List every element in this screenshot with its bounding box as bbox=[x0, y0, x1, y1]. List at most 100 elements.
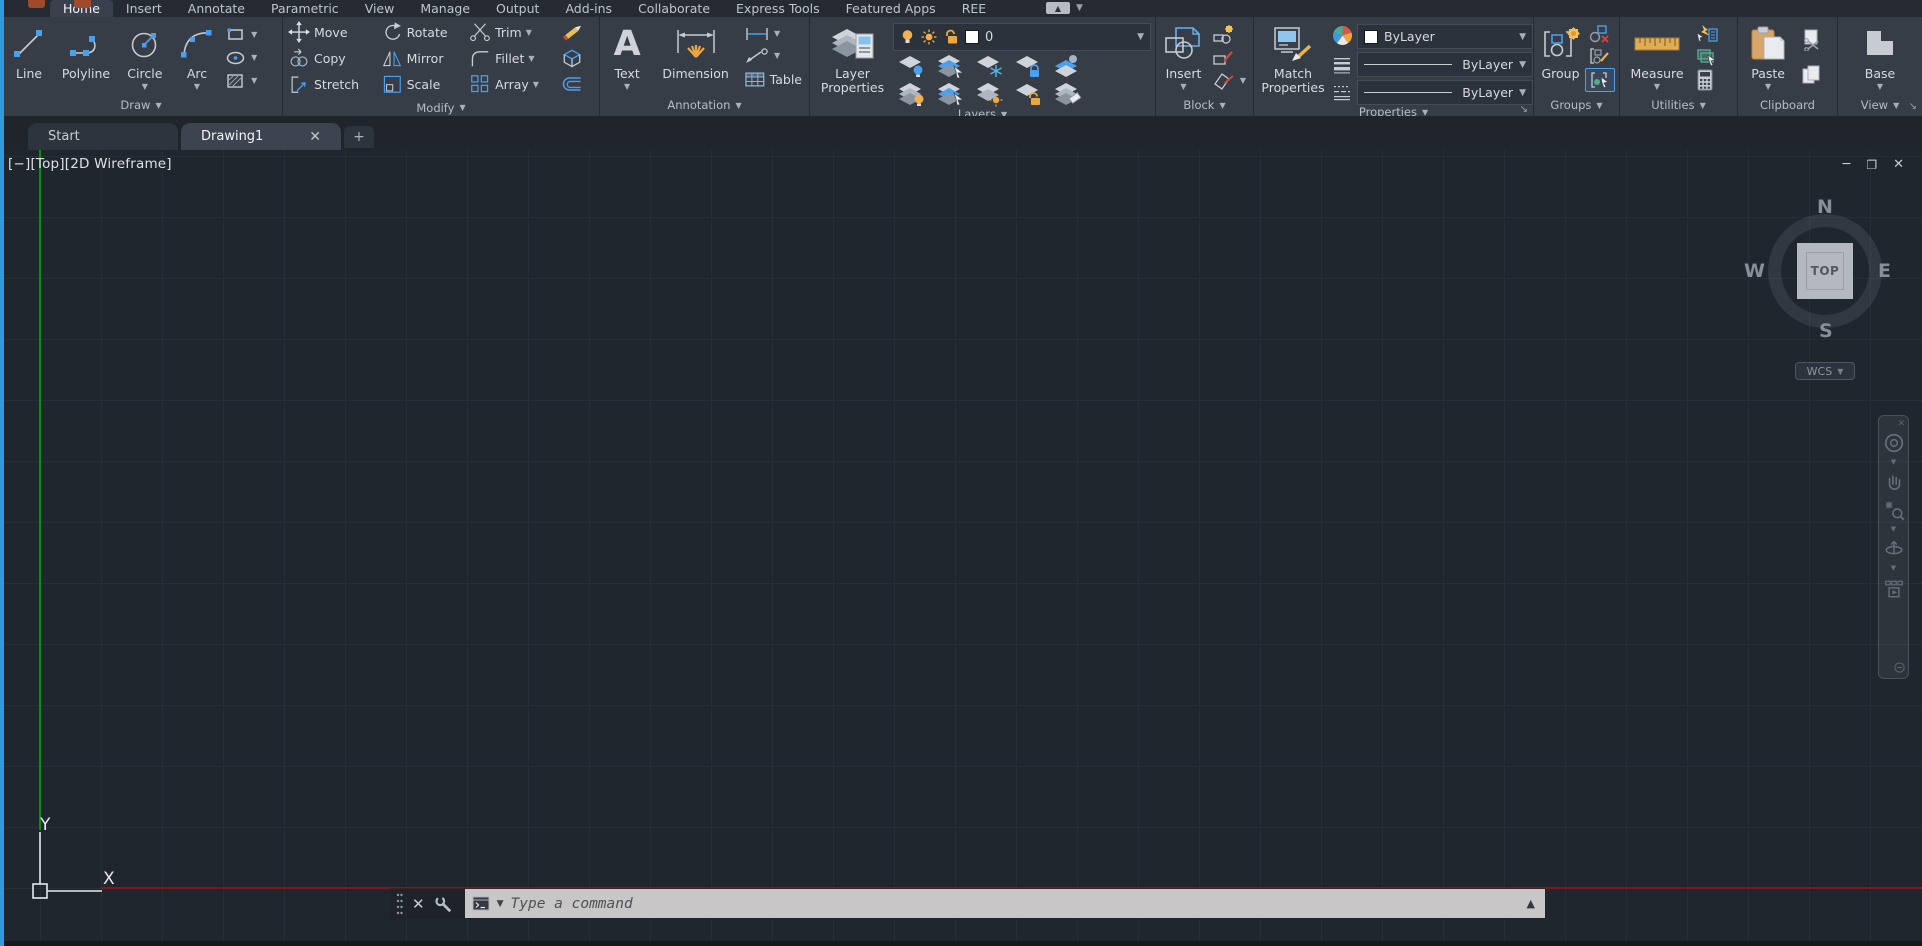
panel-label-draw[interactable]: Draw ▼ bbox=[0, 94, 282, 116]
layer-match-icon[interactable] bbox=[1053, 81, 1083, 107]
tab-ree[interactable]: REE bbox=[949, 0, 999, 17]
linetype-dropdown[interactable]: ByLayer ▼ bbox=[1357, 80, 1533, 105]
properties-dialog-launcher-icon[interactable]: ↘ bbox=[1520, 104, 1528, 115]
tab-express-tools[interactable]: Express Tools bbox=[723, 0, 833, 17]
showmotion-button[interactable] bbox=[1883, 575, 1905, 603]
stretch-button[interactable]: Stretch bbox=[285, 72, 370, 96]
viewcube-south[interactable]: S bbox=[1819, 320, 1833, 342]
panel-label-groups[interactable]: Groups ▼ bbox=[1534, 94, 1619, 116]
scale-button[interactable]: Scale bbox=[378, 72, 458, 96]
cut-button[interactable] bbox=[1796, 28, 1833, 52]
navigation-wheel-button[interactable] bbox=[1883, 429, 1905, 457]
layer-freeze-icon[interactable] bbox=[975, 53, 1005, 79]
viewcube-west[interactable]: W bbox=[1744, 260, 1765, 282]
viewcube-east[interactable]: E bbox=[1878, 260, 1891, 282]
viewcube-face-top[interactable]: TOP bbox=[1797, 243, 1853, 299]
lineweight-dropdown[interactable]: ByLayer ▼ bbox=[1357, 52, 1533, 77]
minimize-icon[interactable]: ─ bbox=[1843, 158, 1851, 171]
rotate-button[interactable]: Rotate bbox=[378, 20, 458, 44]
array-button[interactable]: Array ▼ bbox=[466, 72, 549, 96]
group-selection-toggle[interactable] bbox=[1585, 68, 1615, 92]
object-color-dropdown[interactable]: ByLayer ▼ bbox=[1357, 24, 1533, 49]
file-tab-start[interactable]: Start bbox=[28, 123, 178, 150]
tab-output[interactable]: Output bbox=[483, 0, 552, 17]
command-input[interactable]: ▼ Type a command ▲ bbox=[465, 889, 1545, 918]
view-dialog-launcher-icon[interactable]: ↘ bbox=[1909, 101, 1917, 112]
group-button[interactable]: Group bbox=[1538, 21, 1583, 94]
base-button[interactable]: Base ▼ bbox=[1853, 21, 1907, 94]
table-button[interactable]: Table bbox=[741, 70, 805, 89]
layer-dropdown[interactable]: 0 ▼ bbox=[893, 23, 1151, 51]
copy-clip-button[interactable] bbox=[1796, 63, 1833, 87]
rectangle-button[interactable]: ▼ bbox=[222, 24, 278, 46]
command-recent-caret-icon[interactable]: ▼ bbox=[497, 899, 504, 909]
layer-isolate-icon[interactable] bbox=[936, 53, 966, 79]
edit-attributes-button[interactable] bbox=[1209, 47, 1249, 68]
dimension-button[interactable]: Dimension bbox=[652, 21, 739, 94]
match-properties-button[interactable]: Match Properties bbox=[1258, 21, 1328, 105]
quick-access-icon[interactable] bbox=[28, 0, 45, 8]
restore-icon[interactable]: ❐ bbox=[1866, 159, 1877, 171]
paste-button[interactable]: Paste ▼ bbox=[1742, 21, 1794, 94]
linetype-icon[interactable] bbox=[1332, 84, 1352, 101]
layer-thaw-icon[interactable] bbox=[975, 81, 1005, 107]
pan-button[interactable] bbox=[1883, 468, 1905, 496]
navbar-close-icon[interactable]: ✕ bbox=[1897, 420, 1905, 429]
move-button[interactable]: Move bbox=[285, 20, 370, 44]
drawing-canvas[interactable]: [−][Top][2D Wireframe] ─ ❐ ✕ N W E S TOP… bbox=[0, 150, 1922, 946]
mirror-button[interactable]: Mirror bbox=[378, 46, 458, 70]
command-expand-icon[interactable]: ▲ bbox=[1527, 897, 1535, 910]
layer-lock-icon[interactable] bbox=[1014, 53, 1044, 79]
panel-label-utilities[interactable]: Utilities ▼ bbox=[1620, 94, 1737, 116]
new-drawing-button[interactable]: + bbox=[344, 126, 374, 148]
zoom-caret-icon[interactable]: ▼ bbox=[1891, 524, 1896, 535]
offset-button[interactable] bbox=[557, 72, 597, 96]
color-wheel-icon[interactable] bbox=[1332, 25, 1353, 46]
tab-manage[interactable]: Manage bbox=[407, 0, 483, 17]
lineweight-icon[interactable] bbox=[1332, 57, 1352, 74]
file-tab-drawing1[interactable]: Drawing1 ✕ bbox=[181, 123, 341, 150]
group-edit-button[interactable] bbox=[1585, 45, 1615, 67]
customize-wrench-icon[interactable] bbox=[433, 894, 453, 914]
tab-view[interactable]: View bbox=[352, 0, 408, 17]
layer-off-icon[interactable] bbox=[897, 53, 927, 79]
tab-collaborate[interactable]: Collaborate bbox=[625, 0, 723, 17]
layer-on-icon[interactable] bbox=[897, 81, 927, 107]
copy-button[interactable]: Copy bbox=[285, 46, 370, 70]
tab-add-ins[interactable]: Add-ins bbox=[552, 0, 625, 17]
panel-label-modify[interactable]: Modify ▼ bbox=[283, 99, 599, 116]
leader-button[interactable]: ▼ bbox=[741, 47, 805, 65]
panel-label-block[interactable]: Block ▼ bbox=[1156, 94, 1253, 116]
command-close-icon[interactable]: ✕ bbox=[412, 895, 425, 913]
polyline-button[interactable]: Polyline bbox=[56, 21, 116, 94]
tab-annotate[interactable]: Annotate bbox=[175, 0, 258, 17]
arc-button[interactable]: Arc ▼ bbox=[174, 21, 220, 94]
zoom-button[interactable] bbox=[1883, 496, 1905, 524]
select-similar-button[interactable] bbox=[1692, 45, 1728, 67]
viewcube-north[interactable]: N bbox=[1817, 196, 1833, 218]
quick-access-icon[interactable] bbox=[74, 0, 91, 8]
explode-button[interactable] bbox=[557, 46, 597, 70]
tab-insert[interactable]: Insert bbox=[113, 0, 175, 17]
circle-button[interactable]: Circle ▼ bbox=[118, 21, 172, 94]
layer-properties-button[interactable]: Layer Properties bbox=[814, 21, 891, 107]
make-current-icon[interactable] bbox=[1053, 53, 1083, 79]
ellipse-button[interactable]: ▼ bbox=[222, 47, 278, 69]
orbit-caret-icon[interactable]: ▼ bbox=[1891, 563, 1896, 574]
tab-parametric[interactable]: Parametric bbox=[258, 0, 352, 17]
hatch-button[interactable]: ▼ bbox=[222, 70, 278, 92]
command-grip-handle[interactable] bbox=[395, 892, 404, 916]
panel-label-annotation[interactable]: Annotation ▼ bbox=[600, 94, 809, 116]
orbit-button[interactable] bbox=[1883, 535, 1905, 563]
navwheel-caret-icon[interactable]: ▼ bbox=[1891, 457, 1896, 468]
close-drawing-icon[interactable]: ✕ bbox=[309, 129, 321, 145]
trim-button[interactable]: Trim ▼ bbox=[466, 20, 549, 44]
linear-dimension-button[interactable]: ▼ bbox=[741, 26, 805, 42]
wcs-dropdown[interactable]: WCS ▼ bbox=[1795, 362, 1855, 380]
insert-button[interactable]: Insert ▼ bbox=[1160, 21, 1207, 94]
ribbon-collapse-button[interactable]: ▲ bbox=[1046, 2, 1070, 14]
viewport-controls[interactable]: [−][Top][2D Wireframe] bbox=[8, 156, 172, 172]
navbar-collapse-button[interactable] bbox=[1894, 659, 1905, 676]
quick-calculator-button[interactable] bbox=[1692, 68, 1728, 92]
layer-unisolate-icon[interactable] bbox=[936, 81, 966, 107]
